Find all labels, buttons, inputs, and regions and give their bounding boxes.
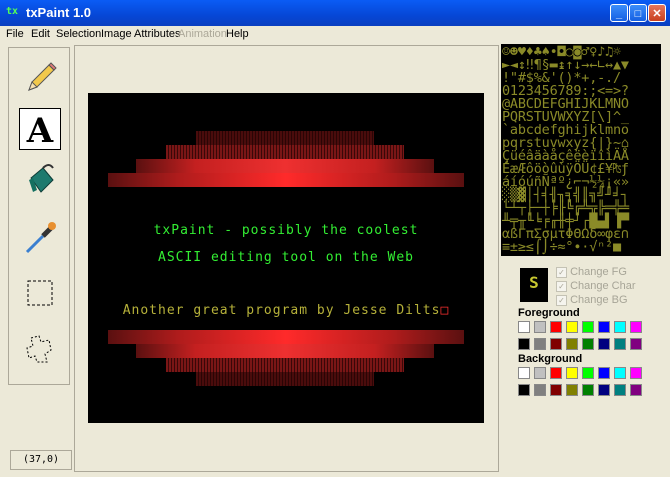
canvas-text-line-1: txPaint - possibly the coolest (88, 223, 484, 238)
background-color-swatch[interactable] (598, 367, 610, 379)
background-color-swatch[interactable] (534, 384, 546, 396)
canvas-art-stripe (166, 358, 404, 372)
text-icon: A (26, 111, 54, 151)
eyedropper-tool[interactable] (19, 216, 61, 258)
background-color-swatch[interactable] (566, 384, 578, 396)
background-color-swatch[interactable] (550, 367, 562, 379)
checkbox-check-icon: ✓ (556, 294, 567, 306)
change-char-label: Change Char (570, 280, 636, 292)
menu-edit[interactable]: Edit (31, 28, 50, 40)
canvas-art-stripe (108, 330, 464, 344)
background-color-swatch[interactable] (614, 367, 626, 379)
paint-bucket-icon (29, 164, 54, 193)
foreground-color-swatch[interactable] (614, 338, 626, 350)
background-color-swatch[interactable] (534, 367, 546, 379)
canvas-art-stripe (196, 131, 374, 145)
foreground-color-swatch[interactable] (550, 338, 562, 350)
foreground-label: Foreground (518, 307, 580, 319)
text-tool[interactable]: A (19, 108, 61, 151)
background-color-swatch[interactable] (518, 384, 530, 396)
foreground-color-swatch[interactable] (614, 321, 626, 333)
close-button[interactable]: ✕ (648, 4, 666, 22)
rect-select-tool[interactable] (19, 272, 61, 314)
canvas-art-stripe (136, 159, 434, 173)
foreground-color-swatch[interactable] (582, 338, 594, 350)
background-color-swatch[interactable] (518, 367, 530, 379)
canvas-text-1: txPaint - possibly the coolest (153, 223, 419, 238)
foreground-color-swatch[interactable] (598, 338, 610, 350)
change-fg-checkbox[interactable]: ✓ Change FG (556, 266, 627, 280)
background-color-swatch[interactable] (630, 384, 642, 396)
background-color-swatch[interactable] (598, 384, 610, 396)
foreground-color-swatch[interactable] (598, 321, 610, 333)
canvas-text-3: Another great program by Jesse Dilts (122, 303, 441, 318)
lasso-tool[interactable] (19, 328, 61, 370)
charset-row[interactable]: ≡±≥≤⌠⌡÷≈°∙·√ⁿ²■ (502, 239, 621, 255)
background-color-swatch[interactable] (582, 367, 594, 379)
foreground-color-swatch[interactable] (550, 321, 562, 333)
background-label: Background (518, 353, 583, 365)
change-char-checkbox[interactable]: ✓ Change Char (556, 280, 636, 294)
change-fg-label: Change FG (570, 266, 627, 278)
preview-character: S (529, 273, 539, 292)
rect-select-icon (27, 280, 53, 306)
text-cursor: □ (440, 303, 450, 318)
maximize-button[interactable]: □ (629, 4, 647, 22)
title-bar[interactable]: tx txPaint 1.0 _ □ ✕ (0, 0, 670, 26)
pencil-icon (28, 62, 57, 91)
window-title: txPaint 1.0 (26, 5, 92, 20)
ascii-canvas[interactable]: txPaint - possibly the coolest ASCII edi… (88, 93, 484, 423)
foreground-color-swatch[interactable] (518, 321, 530, 333)
canvas-text-line-3: Another great program by Jesse Dilts□ (88, 303, 484, 318)
menu-animation: Animation (178, 28, 227, 40)
canvas-art-stripe (136, 344, 434, 358)
foreground-color-swatch[interactable] (518, 338, 530, 350)
background-color-swatch[interactable] (614, 384, 626, 396)
lasso-icon (26, 335, 52, 363)
background-color-swatch[interactable] (630, 367, 642, 379)
foreground-color-swatch[interactable] (582, 321, 594, 333)
minimize-button[interactable]: _ (610, 4, 628, 22)
foreground-color-swatch[interactable] (630, 321, 642, 333)
canvas-text-line-2: ASCII editing tool on the Web (88, 250, 484, 265)
change-bg-checkbox[interactable]: ✓ Change BG (556, 294, 628, 308)
checkbox-check-icon: ✓ (556, 280, 567, 292)
background-color-swatch[interactable] (566, 367, 578, 379)
canvas-text-2: ASCII editing tool on the Web (158, 250, 414, 265)
character-palette[interactable]: ☺☻♥♦♣♠•◘○◙♂♀♪♫☼ ►◄↕‼¶§▬↨↑↓→←∟↔▲▼ !"#$%&'… (501, 44, 661, 256)
foreground-color-swatch[interactable] (534, 321, 546, 333)
eyedropper-icon (25, 222, 56, 254)
app-icon: tx (6, 6, 19, 17)
foreground-color-swatch[interactable] (630, 338, 642, 350)
checkbox-check-icon: ✓ (556, 266, 567, 278)
canvas-art-stripe (196, 372, 374, 386)
menu-file[interactable]: File (6, 28, 24, 40)
foreground-color-swatch[interactable] (566, 338, 578, 350)
foreground-color-swatch[interactable] (566, 321, 578, 333)
canvas-art-stripe (166, 145, 404, 159)
text-tool-glyph: A (26, 111, 54, 149)
foreground-color-swatch[interactable] (534, 338, 546, 350)
cursor-coordinates: (37,0) (10, 450, 72, 470)
menu-image-attributes[interactable]: Image Attributes (101, 28, 181, 40)
background-color-swatch[interactable] (550, 384, 562, 396)
menu-help[interactable]: Help (226, 28, 249, 40)
background-color-swatch[interactable] (582, 384, 594, 396)
character-preview: S (520, 268, 548, 302)
menu-bar: File Edit Selection Image Attributes Ani… (0, 26, 670, 44)
pencil-tool[interactable] (19, 56, 61, 98)
change-bg-label: Change BG (570, 294, 628, 306)
toolbox: A (8, 47, 70, 385)
menu-selection[interactable]: Selection (56, 28, 101, 40)
canvas-art-stripe (108, 173, 464, 187)
fill-tool[interactable] (19, 160, 61, 202)
